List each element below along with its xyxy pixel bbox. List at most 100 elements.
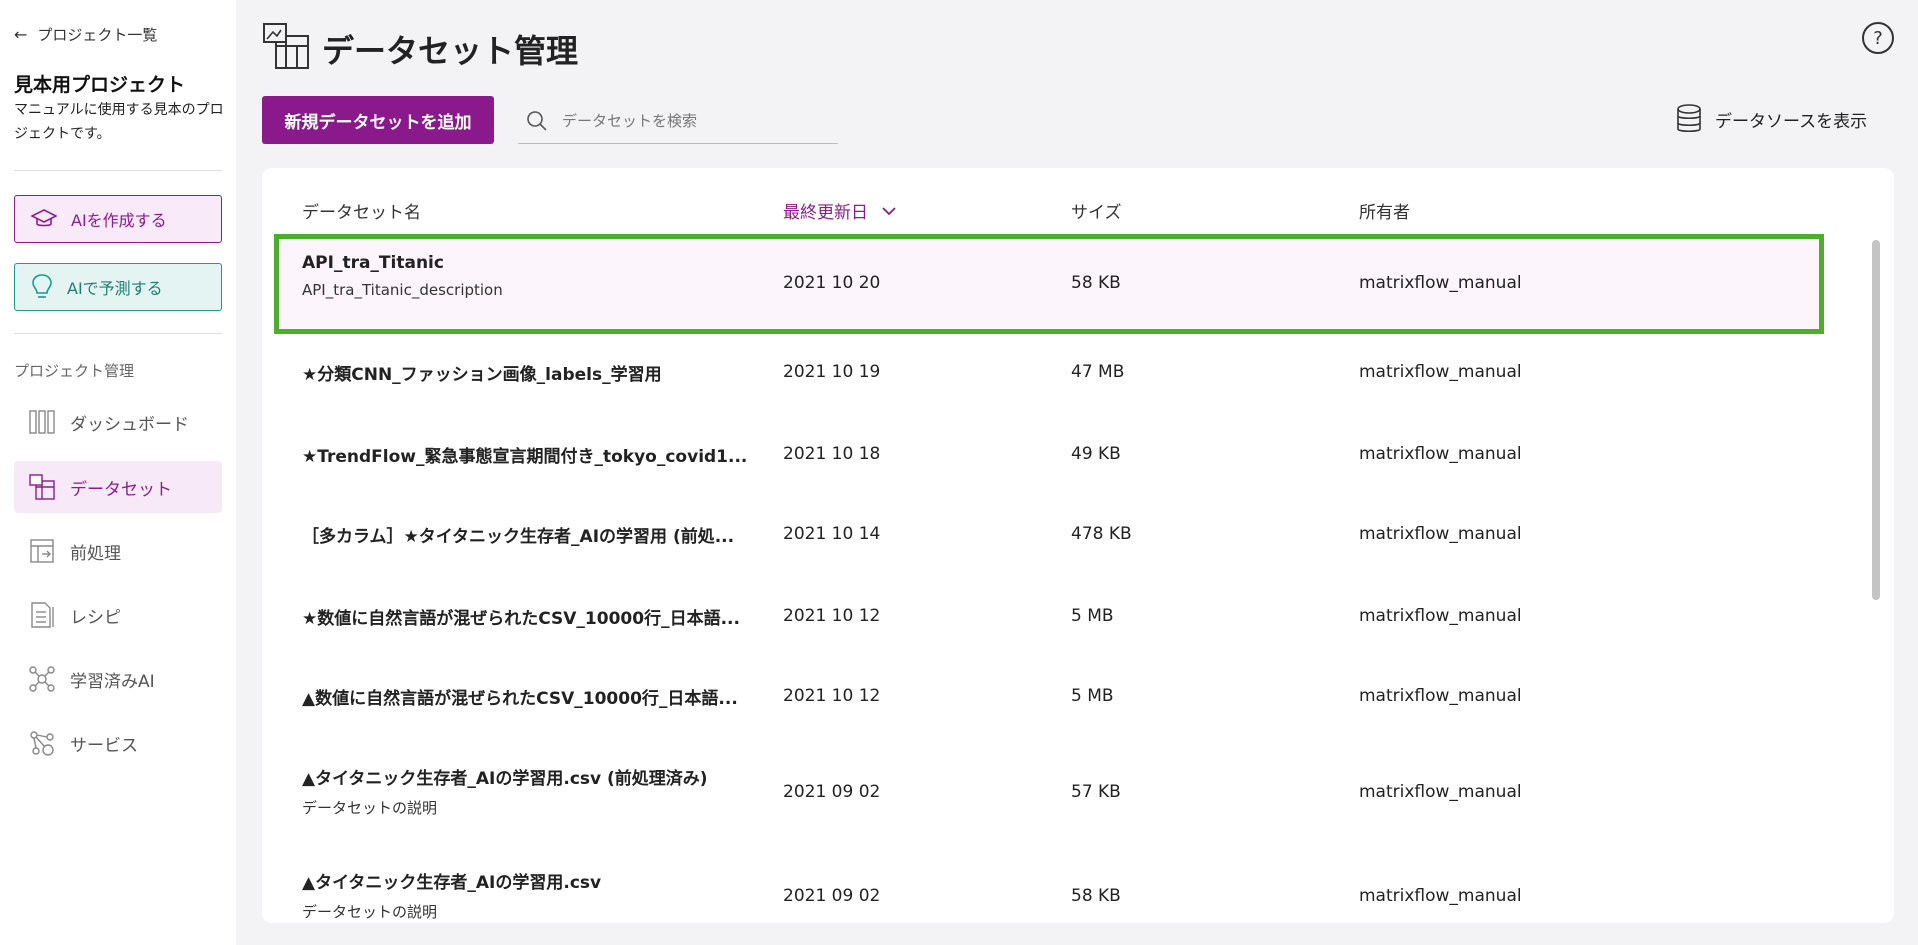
updated-date: 2021 10 18 [783,444,881,464]
sidebar-item-label: ダッシュボード [70,414,189,435]
scrollbar[interactable] [1872,240,1880,600]
dataset-name-cell: API_tra_Titanic API_tra_Titanic_descript… [302,253,752,299]
sidebar-item-recipe[interactable]: レシピ [14,589,222,641]
sidebar-item-label: サービス [70,735,138,756]
updated-date: 2021 09 02 [783,886,881,906]
dashboard-icon [28,408,56,436]
table-row[interactable]: ▲数値に自然言語が混ぜられたCSV_10000行_日本語... 2021 10 … [274,666,1824,736]
dataset-name: ★分類CNN_ファッション画像_labels_学習用 [302,365,662,385]
dataset-description: データセットの説明 [302,799,438,817]
recipe-icon [28,601,56,629]
trained-ai-icon [28,665,56,693]
divider [14,333,222,334]
sidebar-item-label: 前処理 [70,543,121,564]
sidebar-item-label: 学習済みAI [70,671,155,692]
dataset-size: 5 MB [1071,686,1114,706]
dataset-name: API_tra_Titanic [302,253,444,273]
back-label: プロジェクト一覧 [37,26,158,44]
search-input[interactable] [562,111,822,130]
dataset-size: 58 KB [1071,886,1121,906]
updated-date: 2021 10 12 [783,606,881,626]
project-name: 見本用プロジェクト [14,74,186,96]
add-dataset-button[interactable]: 新規データセットを追加 [262,96,494,144]
updated-date: 2021 10 19 [783,362,881,382]
column-header-owner[interactable]: 所有者 [1359,198,1410,223]
dataset-owner: matrixflow_manual [1359,444,1522,464]
updated-date: 2021 10 12 [783,686,881,706]
dataset-name-cell: ［多カラム］★タイタニック生存者_AIの学習用 (前処... [302,522,752,547]
predict-ai-button[interactable]: AIで予測する [14,263,222,311]
dataset-owner: matrixflow_manual [1359,782,1522,802]
dataset-name: ▲数値に自然言語が混ぜられたCSV_10000行_日本語... [302,689,738,709]
table-row[interactable]: API_tra_Titanic API_tra_Titanic_descript… [274,234,1824,334]
dataset-name-cell: ★数値に自然言語が混ぜられたCSV_10000行_日本語... [302,604,752,629]
updated-date: 2021 09 02 [783,782,881,802]
dataset-size: 57 KB [1071,782,1121,802]
table-row[interactable]: ★TrendFlow_緊急事態宣言期間付き_tokyo_covid1... 20… [274,426,1824,496]
sidebar-item-dataset[interactable]: データセット [14,461,222,513]
dataset-owner: matrixflow_manual [1359,362,1522,382]
arrow-left-icon: ← [14,25,28,44]
dataset-size: 49 KB [1071,444,1121,464]
sidebar-item-label: レシピ [70,607,121,628]
dataset-name-cell: ★分類CNN_ファッション画像_labels_学習用 [302,360,752,385]
sidebar-item-dashboard[interactable]: ダッシュボード [14,396,222,448]
table-row[interactable]: ▲タイタニック生存者_AIの学習用.csv データセットの説明 2021 09 … [274,854,1824,923]
help-icon[interactable]: ? [1862,22,1894,54]
dataset-size: 58 KB [1071,273,1121,293]
dataset-name: ▲タイタニック生存者_AIの学習用.csv (前処理済み) [302,769,708,789]
updated-date: 2021 10 14 [783,524,881,544]
dataset-table: データセット名 最終更新日 サイズ 所有者 API_tra_Titanic AP… [262,168,1894,923]
dataset-icon [28,473,56,501]
dataset-size: 5 MB [1071,606,1114,626]
dataset-title-icon [263,23,309,69]
dataset-name-cell: ▲タイタニック生存者_AIの学習用.csv データセットの説明 [302,868,752,922]
show-datasource-button[interactable]: データソースを表示 [1675,104,1867,134]
dataset-description: API_tra_Titanic_description [302,281,503,299]
divider [14,170,222,171]
section-label: プロジェクト管理 [14,362,135,380]
search-box [518,98,838,144]
dataset-size: 478 KB [1071,524,1132,544]
dataset-name-cell: ▲数値に自然言語が混ぜられたCSV_10000行_日本語... [302,684,752,709]
lightbulb-icon [32,274,52,298]
dataset-owner: matrixflow_manual [1359,686,1522,706]
table-row[interactable]: ［多カラム］★タイタニック生存者_AIの学習用 (前処... 2021 10 1… [274,506,1824,576]
table-row[interactable]: ▲タイタニック生存者_AIの学習用.csv (前処理済み) データセットの説明 … [274,750,1824,844]
search-icon [527,110,547,131]
preprocess-icon [28,537,56,565]
dataset-name: ★TrendFlow_緊急事態宣言期間付き_tokyo_covid1... [302,447,748,467]
column-header-updated[interactable]: 最終更新日 [783,198,896,223]
service-icon [28,729,56,757]
column-header-size[interactable]: サイズ [1071,198,1122,223]
chevron-down-icon [882,206,896,215]
sidebar-item-trained-ai[interactable]: 学習済みAI [14,653,222,705]
dataset-name: ［多カラム］★タイタニック生存者_AIの学習用 (前処... [302,527,735,547]
updated-date: 2021 10 20 [783,273,881,293]
back-to-projects-link[interactable]: ← プロジェクト一覧 [14,24,157,45]
sidebar-item-service[interactable]: サービス [14,717,222,769]
dataset-owner: matrixflow_manual [1359,273,1522,293]
page-title: データセット管理 [322,32,579,70]
dataset-owner: matrixflow_manual [1359,524,1522,544]
datasource-label: データソースを表示 [1715,111,1868,132]
dataset-description: データセットの説明 [302,903,438,921]
table-row[interactable]: ★数値に自然言語が混ぜられたCSV_10000行_日本語... 2021 10 … [274,586,1824,656]
dataset-name-cell: ★TrendFlow_緊急事態宣言期間付き_tokyo_covid1... [302,442,752,467]
table-row[interactable]: ★分類CNN_ファッション画像_labels_学習用 2021 10 19 47… [274,346,1824,416]
column-header-name[interactable]: データセット名 [302,198,421,223]
project-description: マニュアルに使用する見本のプロジェクトです。 [14,102,224,142]
dataset-owner: matrixflow_manual [1359,606,1522,626]
sidebar: ← プロジェクト一覧 見本用プロジェクト マニュアルに使用する見本のプロジェクト… [0,0,236,945]
dataset-owner: matrixflow_manual [1359,886,1522,906]
database-icon [1677,104,1701,133]
create-ai-label: AIを作成する [71,211,167,230]
dataset-name-cell: ▲タイタニック生存者_AIの学習用.csv (前処理済み) データセットの説明 [302,764,752,818]
column-header-label: 最終更新日 [783,203,868,223]
graduation-cap-icon [31,209,57,227]
create-ai-button[interactable]: AIを作成する [14,195,222,243]
dataset-name: ★数値に自然言語が混ぜられたCSV_10000行_日本語... [302,609,740,629]
sidebar-item-preprocess[interactable]: 前処理 [14,525,222,577]
dataset-name: ▲タイタニック生存者_AIの学習用.csv [302,873,602,893]
sidebar-item-label: データセット [70,479,172,500]
